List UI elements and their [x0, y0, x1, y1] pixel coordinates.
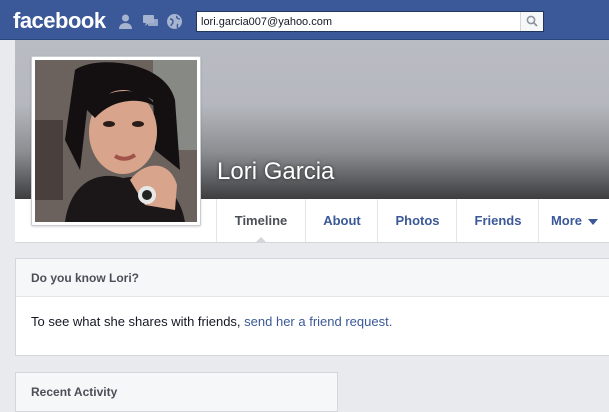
- tab-label: Timeline: [234, 213, 288, 228]
- search-button[interactable]: [520, 12, 543, 31]
- search-input[interactable]: [201, 13, 515, 30]
- profile-name[interactable]: Lori Garcia: [217, 158, 334, 186]
- tab-photos[interactable]: Photos: [377, 199, 457, 242]
- send-friend-request-link[interactable]: send her a friend request.: [244, 314, 392, 329]
- tab-timeline[interactable]: Timeline: [216, 199, 305, 243]
- top-bar: facebook: [0, 0, 609, 40]
- tab-label: Friends: [474, 213, 522, 228]
- know-text: To see what she shares with friends,: [31, 314, 245, 329]
- tab-label: About: [323, 213, 361, 228]
- search-box[interactable]: [196, 11, 544, 32]
- recent-activity-card: Recent Activity: [15, 372, 338, 412]
- tab-about[interactable]: About: [305, 199, 378, 242]
- tab-friends[interactable]: Friends: [456, 199, 539, 242]
- tab-label: Photos: [395, 213, 440, 228]
- know-card-title: Do you know Lori?: [31, 271, 139, 285]
- chevron-down-icon: [588, 218, 599, 225]
- tab-more[interactable]: More: [538, 199, 609, 242]
- profile-photo: [35, 60, 197, 222]
- notifications-globe-icon[interactable]: [166, 13, 183, 30]
- friend-requests-icon[interactable]: [117, 13, 134, 30]
- recent-activity-title: Recent Activity: [31, 385, 118, 399]
- search-icon: [526, 15, 538, 27]
- know-card: Do you know Lori? To see what she shares…: [15, 258, 609, 356]
- active-tab-indicator: [255, 237, 267, 243]
- profile-picture[interactable]: [31, 56, 201, 226]
- messages-icon[interactable]: [142, 13, 159, 30]
- facebook-logo[interactable]: facebook: [13, 8, 106, 34]
- tab-label: More: [550, 213, 583, 228]
- know-card-text: To see what she shares with friends, sen…: [31, 314, 392, 329]
